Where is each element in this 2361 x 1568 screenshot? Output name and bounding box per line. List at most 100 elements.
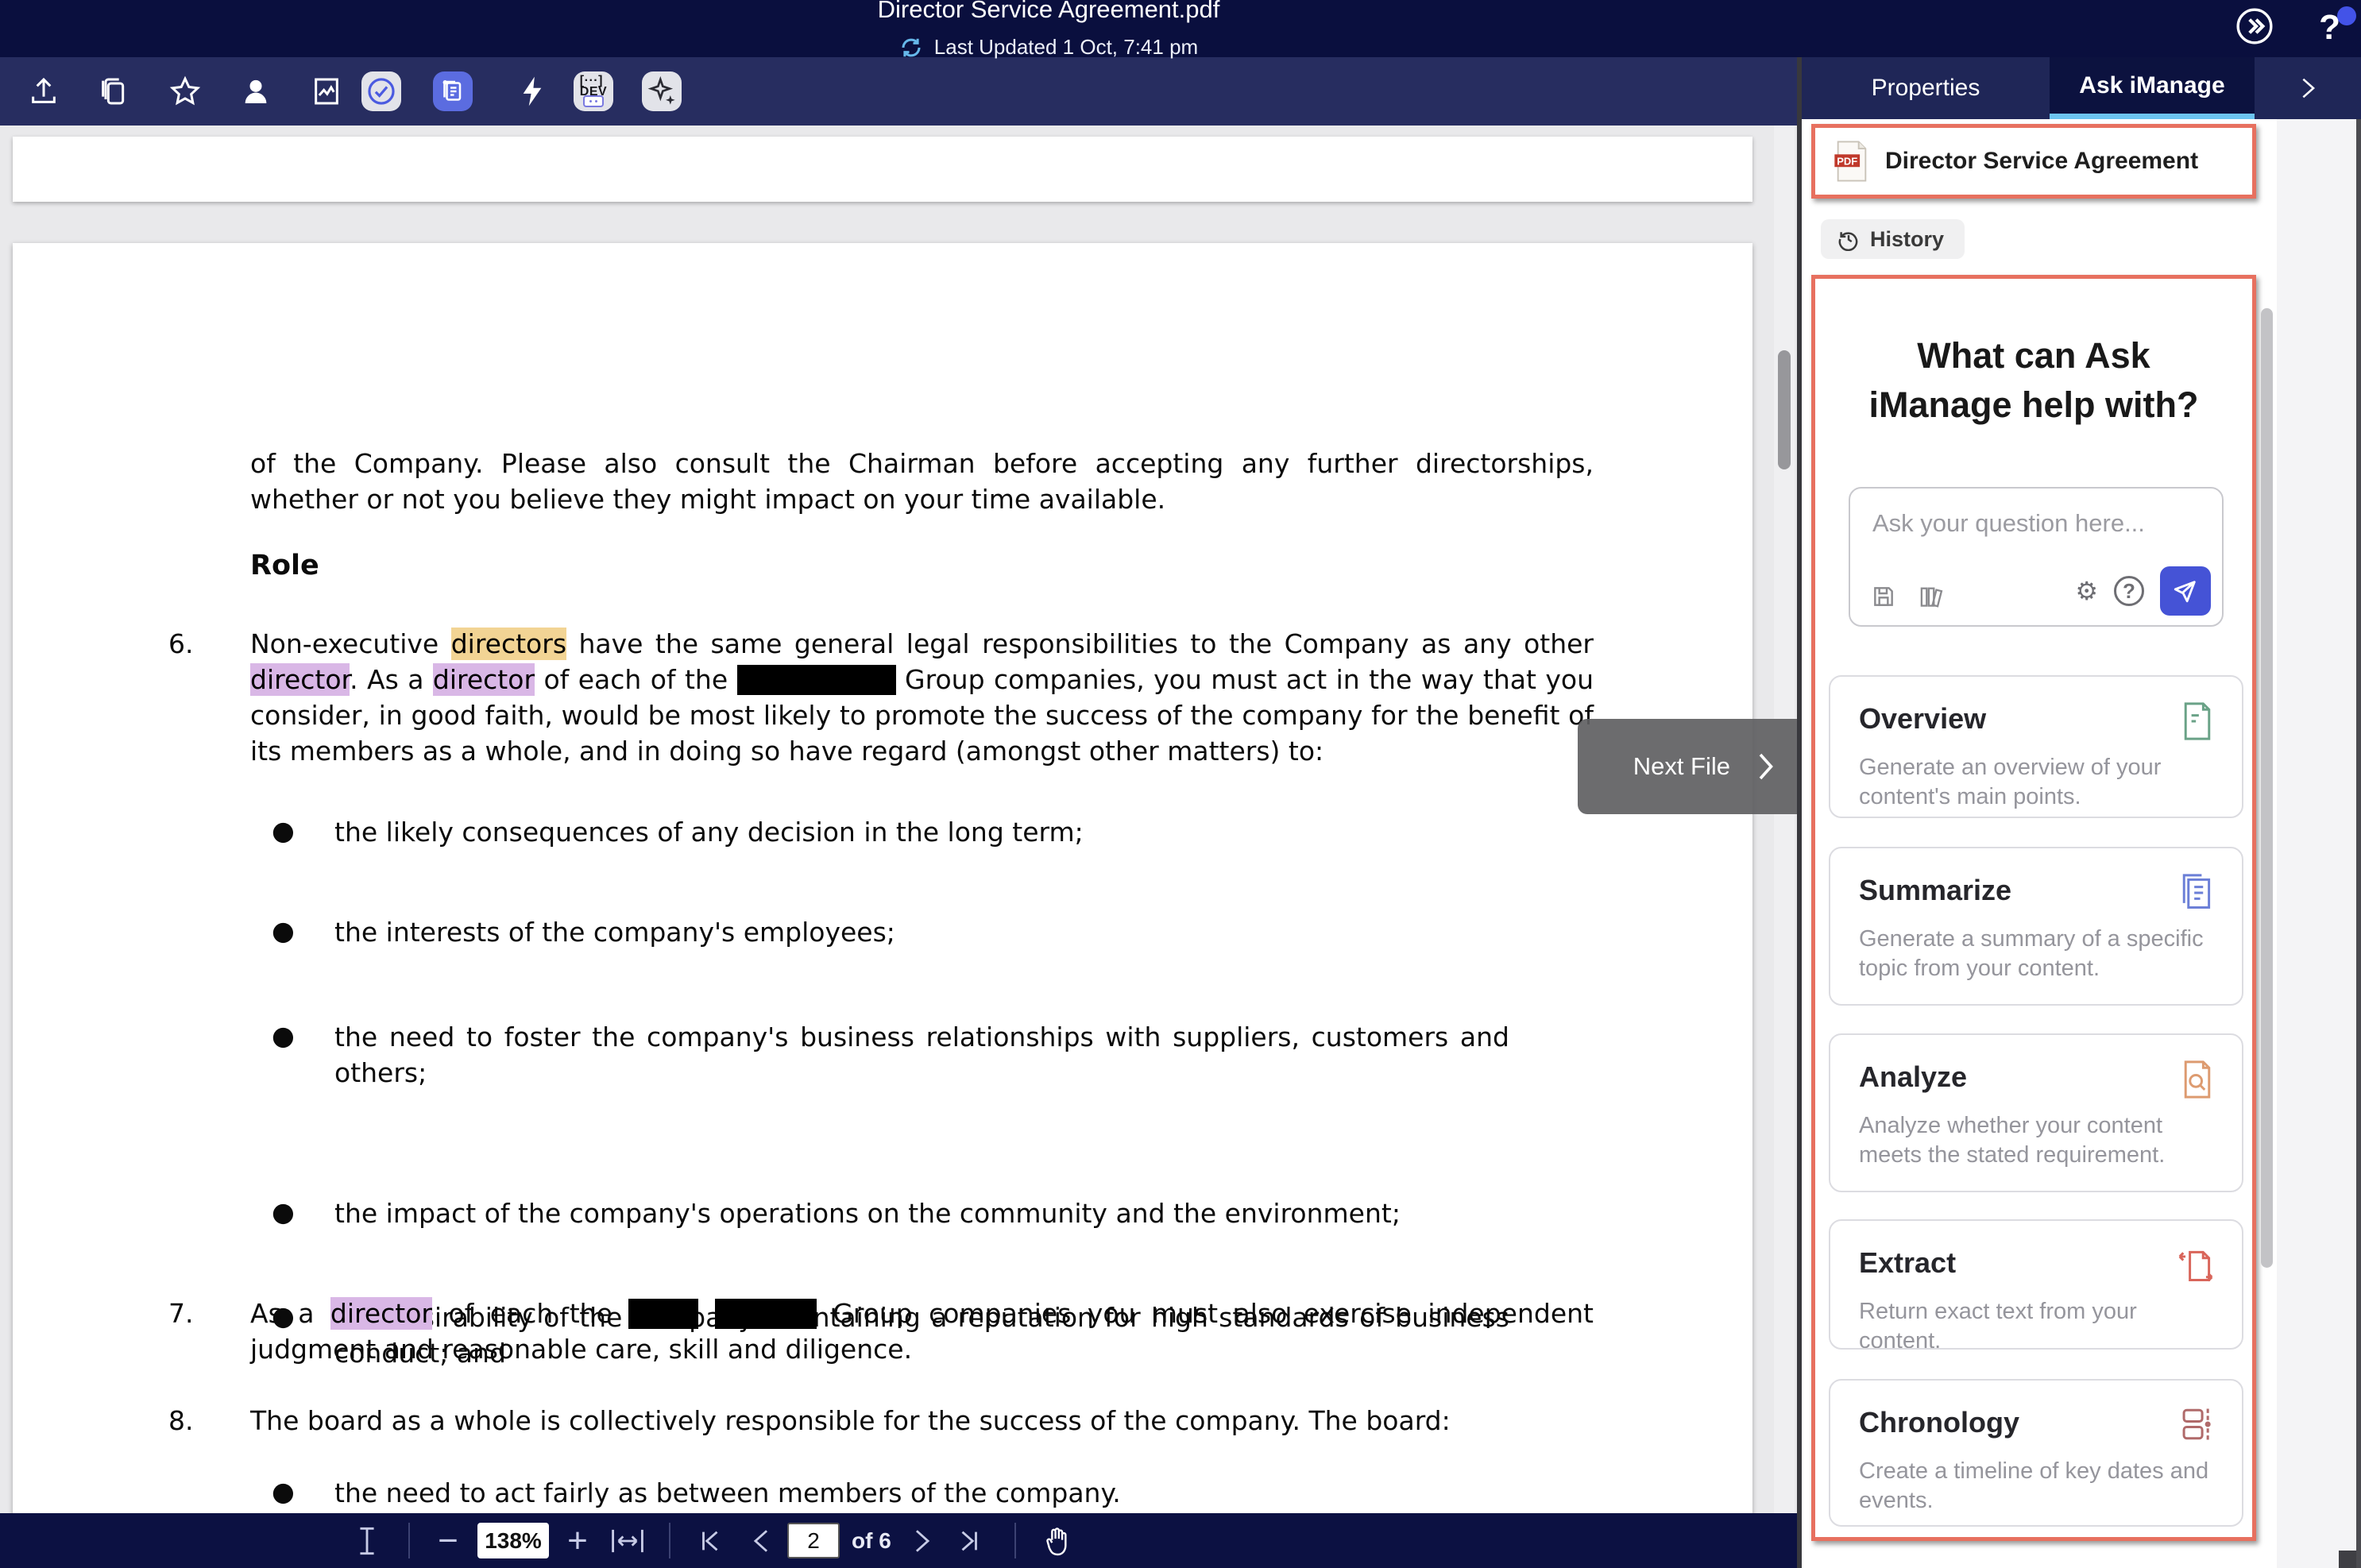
toolbar-separator	[408, 1523, 410, 1558]
main-toolbar: [···]DEV	[0, 57, 1797, 126]
save-icon[interactable]	[1871, 584, 1896, 609]
bullet-text: the impact of the company's operations o…	[334, 1198, 1401, 1229]
card-description: Create a timeline of key dates and event…	[1859, 1457, 2213, 1516]
bullet-item: ●the need to foster the company's busine…	[250, 1019, 1509, 1091]
lightning-icon[interactable]	[512, 71, 552, 111]
document-scrollbar-thumb[interactable]	[1778, 350, 1791, 469]
question-input[interactable]: Ask your question here... ⚙ ?	[1849, 487, 2224, 627]
send-icon	[2172, 577, 2199, 604]
text-run: . As a	[350, 664, 433, 695]
next-file-button[interactable]: Next File	[1578, 719, 1797, 814]
document-page: of the Company. Please also consult the …	[13, 243, 1752, 1546]
user-icon[interactable]	[236, 71, 276, 111]
card-title: Extract	[1859, 1246, 2213, 1280]
history-icon	[1837, 227, 1861, 251]
bullet-item: ● the interests of the company's employee…	[250, 914, 1509, 950]
doc-ai-icon[interactable]	[433, 71, 473, 111]
bullet-text: the need to act fairly as between member…	[334, 1477, 1121, 1508]
extract-doc-icon	[2177, 1246, 2215, 1284]
zoom-level-input[interactable]: 138%	[477, 1523, 549, 1558]
overview-doc-icon	[2180, 702, 2215, 740]
upload-icon[interactable]	[24, 71, 64, 111]
notification-dot	[2337, 6, 2356, 25]
document-scrollbar-track[interactable]	[1774, 126, 1795, 1568]
copy-icon[interactable]	[94, 71, 133, 111]
bullet-marker: ●	[272, 1194, 295, 1230]
snapshot-icon[interactable]	[307, 71, 346, 111]
sync-icon	[899, 36, 923, 60]
help-icon[interactable]: ?	[2319, 6, 2340, 48]
fit-width-icon[interactable]	[605, 1513, 650, 1568]
chevron-right-icon	[1751, 749, 1779, 784]
help-circle-icon[interactable]: ?	[2114, 576, 2144, 606]
card-analyze[interactable]: Analyze Analyze whether your content mee…	[1829, 1033, 2243, 1192]
bullet-item: ● the likely consequences of any decision…	[250, 814, 1509, 850]
search-highlight-purple: director	[433, 663, 535, 696]
tab-properties[interactable]: Properties	[1802, 57, 2050, 119]
text-run: of each of the	[535, 664, 737, 695]
panel-divider	[1797, 57, 1802, 1568]
bullet-text: the interests of the company's employees…	[334, 917, 895, 948]
chronology-timeline-icon	[2178, 1406, 2215, 1442]
page-number-input[interactable]: 2	[787, 1523, 840, 1558]
zoom-in-icon[interactable]: +	[554, 1513, 601, 1568]
paragraph: of the Company. Please also consult the …	[250, 446, 1594, 517]
text-run: Non-executive	[250, 628, 451, 659]
scrollbar-corner	[2339, 1551, 2356, 1568]
bullet-marker: ●	[272, 813, 295, 848]
send-button[interactable]	[2160, 566, 2211, 616]
input-left-actions	[1871, 584, 1947, 609]
last-updated-text: Last Updated 1 Oct, 7:41 pm	[934, 35, 1198, 60]
card-title: Analyze	[1859, 1060, 2213, 1094]
dev-assistant-icon[interactable]: [···]DEV	[574, 71, 613, 111]
item-number: 6.	[168, 626, 194, 662]
panel-document-title-box: PDF Director Service Agreement	[1811, 124, 2256, 199]
last-updated: Last Updated 1 Oct, 7:41 pm	[731, 35, 1366, 60]
bullet-marker: ●	[272, 913, 295, 948]
bullet-text: the likely consequences of any decision …	[334, 817, 1084, 848]
check-circle-icon[interactable]	[361, 71, 401, 111]
card-title: Overview	[1859, 702, 2213, 736]
analyze-doc-icon	[2180, 1060, 2215, 1099]
library-icon[interactable]	[1919, 584, 1947, 609]
toolbar-separator	[669, 1523, 670, 1558]
panel-scrollbar-thumb[interactable]	[2261, 308, 2273, 1268]
panel-document-title: Director Service Agreement	[1885, 148, 2198, 175]
bullet-marker: ●	[272, 1018, 295, 1053]
panel-gutter	[2277, 119, 2356, 1568]
last-page-icon[interactable]	[947, 1513, 991, 1568]
text-run: of each the	[432, 1298, 628, 1329]
redaction-box	[715, 1299, 817, 1329]
ask-heading: What can Ask iManage help with?	[1815, 331, 2252, 430]
text-select-icon[interactable]	[348, 1513, 386, 1568]
settings-gear-icon[interactable]: ⚙	[2075, 576, 2098, 606]
tab-overflow-chevron-icon[interactable]	[2255, 57, 2361, 119]
next-page-icon[interactable]	[902, 1513, 942, 1568]
pan-hand-icon[interactable]	[1033, 1513, 1080, 1568]
tab-ask-imanage[interactable]: Ask iManage	[2050, 57, 2255, 119]
zoom-out-icon[interactable]: −	[424, 1513, 472, 1568]
item-number: 8.	[168, 1403, 194, 1439]
card-title: Summarize	[1859, 874, 2213, 907]
bullet-marker: ●	[272, 1473, 295, 1509]
toolbar-separator	[1014, 1523, 1016, 1558]
card-summarize[interactable]: Summarize Generate a summary of a specif…	[1829, 847, 2243, 1006]
card-overview[interactable]: Overview Generate an overview of your co…	[1829, 675, 2243, 818]
question-placeholder: Ask your question here...	[1872, 509, 2145, 538]
card-description: Return exact text from your content.	[1859, 1297, 2213, 1350]
card-extract[interactable]: Extract Return exact text from your cont…	[1829, 1219, 2243, 1350]
card-chronology[interactable]: Chronology Create a timeline of key date…	[1829, 1379, 2243, 1527]
prev-page-icon[interactable]	[741, 1513, 781, 1568]
star-icon[interactable]	[165, 71, 205, 111]
sparkles-icon[interactable]	[642, 71, 682, 111]
history-label: History	[1870, 227, 1944, 252]
search-highlight-purple: director	[250, 663, 350, 696]
first-page-icon[interactable]	[688, 1513, 732, 1568]
summarize-docs-icon	[2177, 874, 2215, 912]
history-button[interactable]: History	[1821, 219, 1965, 259]
card-title: Chronology	[1859, 1406, 2213, 1439]
bullet-item: ● the need to act fairly as between membe…	[250, 1475, 1509, 1511]
collapse-panel-icon[interactable]	[2235, 6, 2274, 46]
numbered-item-6: 6.Non-executive directors have the same …	[250, 626, 1594, 769]
previous-page-fragment	[13, 137, 1752, 202]
